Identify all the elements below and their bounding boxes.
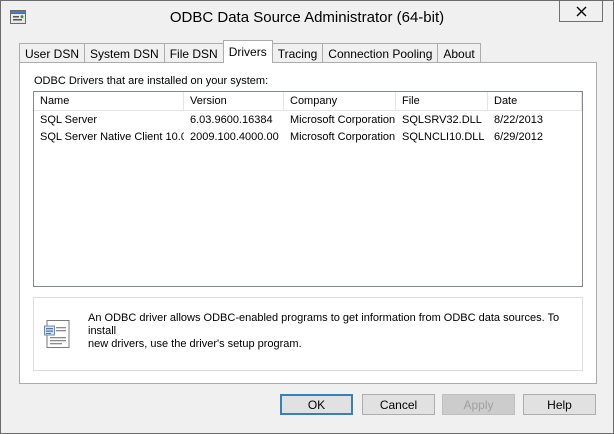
list-header: Name Version Company File Date xyxy=(34,92,582,111)
column-header-file[interactable]: File xyxy=(396,92,488,110)
info-description: An ODBC driver allows ODBC-enabled progr… xyxy=(88,312,574,351)
odbc-admin-window: ODBC Data Source Administrator (64-bit) … xyxy=(0,0,614,434)
drivers-list[interactable]: Name Version Company File Date SQL Serve… xyxy=(33,91,583,287)
tab-drivers[interactable]: Drivers xyxy=(222,40,273,63)
info-box: An ODBC driver allows ODBC-enabled progr… xyxy=(33,297,583,371)
driver-date: 6/29/2012 xyxy=(494,131,543,143)
apply-button[interactable]: Apply xyxy=(442,394,515,415)
help-button[interactable]: Help xyxy=(523,394,596,415)
driver-company: Microsoft Corporation xyxy=(290,114,396,126)
tab-tracing[interactable]: Tracing xyxy=(271,43,324,63)
document-list-icon xyxy=(44,320,70,348)
drivers-list-label: ODBC Drivers that are installed on your … xyxy=(34,75,269,87)
close-icon xyxy=(576,6,586,16)
list-item[interactable]: SQL Server 6.03.9600.16384 Microsoft Cor… xyxy=(34,112,582,129)
driver-company: Microsoft Corporation xyxy=(290,131,396,143)
driver-file: SQLNCLI10.DLL xyxy=(402,131,485,143)
tab-file-dsn[interactable]: File DSN xyxy=(163,43,224,63)
driver-name: SQL Server Native Client 10.0 xyxy=(40,131,184,143)
drivers-panel: ODBC Drivers that are installed on your … xyxy=(19,62,597,384)
driver-date: 8/22/2013 xyxy=(494,114,543,126)
tab-strip: User DSN System DSN File DSN Drivers Tra… xyxy=(19,40,481,63)
tab-about[interactable]: About xyxy=(437,43,481,63)
column-header-date[interactable]: Date xyxy=(488,92,582,110)
close-button[interactable] xyxy=(559,1,603,22)
driver-version: 2009.100.4000.00 xyxy=(190,131,279,143)
info-line-2: new drivers, use the driver's setup prog… xyxy=(88,338,302,350)
cancel-button[interactable]: Cancel xyxy=(362,394,435,415)
driver-version: 6.03.9600.16384 xyxy=(190,114,273,126)
column-header-name[interactable]: Name xyxy=(34,92,184,110)
ok-button[interactable]: OK xyxy=(280,394,353,415)
list-item[interactable]: SQL Server Native Client 10.0 2009.100.4… xyxy=(34,129,582,146)
column-header-version[interactable]: Version xyxy=(184,92,284,110)
window-title: ODBC Data Source Administrator (64-bit) xyxy=(169,9,445,26)
tab-system-dsn[interactable]: System DSN xyxy=(84,43,165,63)
info-line-1: An ODBC driver allows ODBC-enabled progr… xyxy=(88,312,560,337)
title-bar[interactable]: ODBC Data Source Administrator (64-bit) xyxy=(1,1,613,34)
tab-user-dsn[interactable]: User DSN xyxy=(19,43,86,63)
driver-file: SQLSRV32.DLL xyxy=(402,114,482,126)
column-header-company[interactable]: Company xyxy=(284,92,396,110)
driver-name: SQL Server xyxy=(40,114,98,126)
tab-connection-pooling[interactable]: Connection Pooling xyxy=(322,43,439,63)
